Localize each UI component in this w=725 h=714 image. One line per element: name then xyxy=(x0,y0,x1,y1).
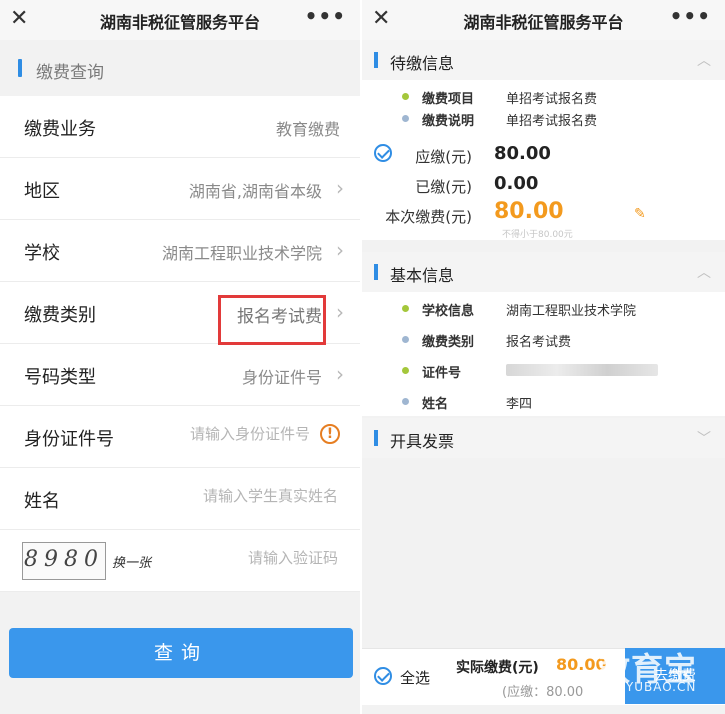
more-options-icon[interactable]: ••• xyxy=(670,4,711,28)
row-value: 教育缴费 xyxy=(275,120,340,139)
chevron-right-icon: › xyxy=(336,300,344,324)
select-all-label[interactable]: 全选 xyxy=(400,667,430,688)
section-marker xyxy=(374,264,378,280)
desc-value: 单招考试报名费 xyxy=(506,114,598,129)
right-screen: ✕ 湖南非税征管服务平台 ••• 待缴信息 ︿ 缴费项目 单招考试报名费 缴费说… xyxy=(362,0,725,714)
section-header: 缴费查询 xyxy=(0,40,360,96)
row-value: 身份证件号 xyxy=(241,368,322,387)
captcha-input[interactable] xyxy=(156,548,340,568)
highlight-box xyxy=(218,295,326,345)
row-id-type[interactable]: 号码类型 身份证件号 › xyxy=(0,344,360,406)
status-dot xyxy=(402,305,409,312)
chevron-right-icon: › xyxy=(336,362,344,386)
due-label: 应缴(元) xyxy=(415,148,472,166)
row-school[interactable]: 学校 湖南工程职业技术学院 › xyxy=(0,220,360,282)
due-note: (应缴：80.00 xyxy=(502,685,584,700)
due-amount: 80.00 xyxy=(494,143,551,164)
id-number-input[interactable] xyxy=(158,424,312,444)
row-label: 身份证件号 xyxy=(24,429,114,450)
section-title: 开具发票 xyxy=(390,432,455,451)
id-key: 证件号 xyxy=(422,366,462,381)
status-dot xyxy=(402,93,409,100)
this-payment-label: 本次缴费(元) xyxy=(385,208,472,226)
name-key: 姓名 xyxy=(422,397,449,412)
section-title: 待缴信息 xyxy=(390,54,455,73)
row-payment-business[interactable]: 缴费业务 教育缴费 xyxy=(0,96,360,158)
refresh-captcha-link[interactable]: 换一张 xyxy=(112,552,151,571)
section-marker xyxy=(374,430,378,446)
row-label: 地区 xyxy=(24,181,60,202)
invoice-header[interactable]: 开具发票 ﹀ xyxy=(362,418,725,458)
school-value: 湖南工程职业技术学院 xyxy=(506,304,637,319)
row-label: 姓名 xyxy=(24,491,60,512)
paid-amount: 0.00 xyxy=(494,173,539,194)
select-all-checkbox[interactable] xyxy=(374,667,392,685)
section-marker xyxy=(374,52,378,68)
paid-label: 已缴(元) xyxy=(415,178,472,196)
captcha-image[interactable]: 8980 xyxy=(22,542,106,580)
edit-icon[interactable]: ✎ xyxy=(634,206,646,222)
left-screen: ✕ 湖南非税征管服务平台 ••• 缴费查询 缴费业务 教育缴费 地区 湖南省,湖… xyxy=(0,0,360,714)
chevron-up-icon: ︿ xyxy=(697,53,711,69)
student-name-input[interactable] xyxy=(156,486,340,506)
row-value: 湖南省,湖南省本级 xyxy=(188,182,322,201)
status-dot xyxy=(402,336,409,343)
chevron-right-icon: › xyxy=(336,176,344,200)
row-captcha: 8980 换一张 xyxy=(0,530,360,592)
basic-info-header[interactable]: 基本信息 ︿ xyxy=(362,252,725,292)
chevron-up-icon: ︿ xyxy=(697,265,711,281)
section-title: 基本信息 xyxy=(390,266,455,285)
more-options-icon[interactable]: ••• xyxy=(305,4,346,28)
row-id-number: 身份证件号 ! xyxy=(0,406,360,468)
category-key: 缴费类别 xyxy=(422,335,475,350)
row-value: 湖南工程职业技术学院 xyxy=(161,244,322,263)
redacted-id-value xyxy=(506,364,658,376)
item-key: 缴费项目 xyxy=(422,92,475,107)
row-label: 号码类型 xyxy=(24,367,96,388)
amount-hint: 不得小于80.00元 xyxy=(502,230,573,240)
item-value: 单招考试报名费 xyxy=(506,92,598,107)
pending-info-body: 缴费项目 单招考试报名费 缴费说明 单招考试报名费 应缴(元) 80.00 已缴… xyxy=(362,80,725,240)
section-marker xyxy=(18,59,22,77)
category-value: 报名考试费 xyxy=(506,335,572,350)
warning-icon: ! xyxy=(320,424,340,444)
pending-info-header[interactable]: 待缴信息 ︿ xyxy=(362,40,725,80)
query-button[interactable]: 查询 xyxy=(9,628,353,678)
row-label: 学校 xyxy=(24,243,60,264)
this-payment-amount[interactable]: 80.00 xyxy=(494,199,564,224)
row-region[interactable]: 地区 湖南省,湖南省本级 › xyxy=(0,158,360,220)
chevron-down-icon: ﹀ xyxy=(697,431,711,447)
row-label: 缴费类别 xyxy=(24,305,96,326)
row-name: 姓名 xyxy=(0,468,360,530)
status-dot xyxy=(402,115,409,122)
school-key: 学校信息 xyxy=(422,304,475,319)
left-title-bar: ✕ 湖南非税征管服务平台 ••• xyxy=(0,0,360,40)
status-dot xyxy=(402,367,409,374)
row-label: 缴费业务 xyxy=(24,119,96,140)
actual-payment-label: 实际缴费(元) xyxy=(456,660,539,676)
section-title: 缴费查询 xyxy=(36,63,104,83)
chevron-right-icon: › xyxy=(336,238,344,262)
desc-key: 缴费说明 xyxy=(422,114,475,129)
watermark-url: JIAOYUBAO.CN xyxy=(598,680,697,694)
right-title-bar: ✕ 湖南非税征管服务平台 ••• xyxy=(362,0,725,40)
basic-info-body: 学校信息 湖南工程职业技术学院 缴费类别 报名考试费 证件号 姓名 李四 xyxy=(362,292,725,416)
status-dot xyxy=(402,398,409,405)
name-value: 李四 xyxy=(506,397,533,412)
